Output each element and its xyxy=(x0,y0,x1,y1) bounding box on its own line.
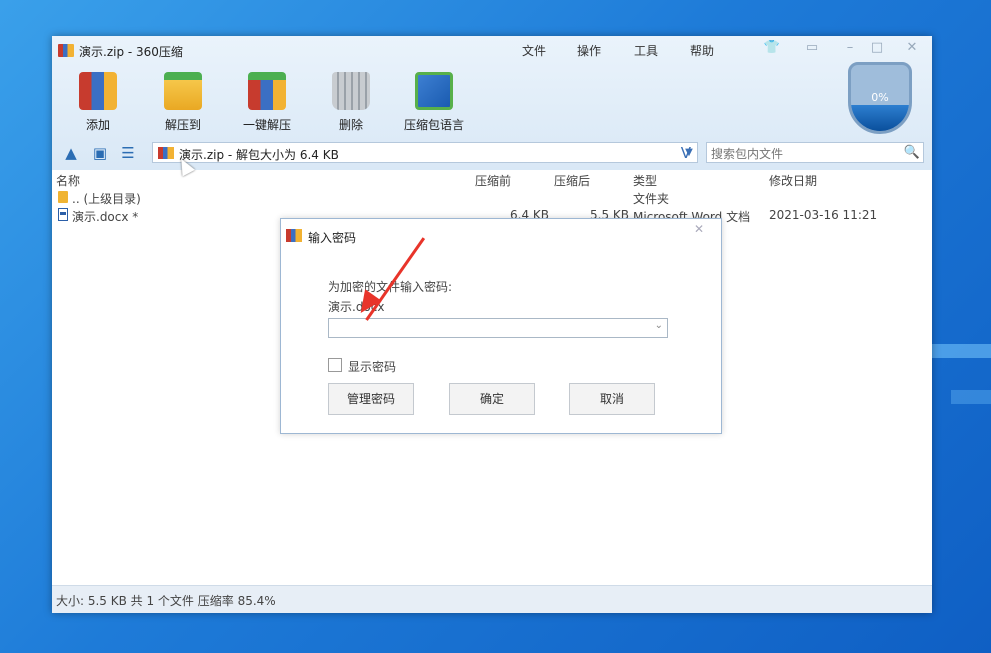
minimize-icon[interactable]: – xyxy=(841,40,859,56)
add-label: 添加 xyxy=(85,118,110,132)
close-icon[interactable]: ✕ xyxy=(903,40,921,56)
row-modified: 2021-03-16 11:21 xyxy=(769,208,878,222)
dialog-title: 输入密码 xyxy=(308,231,357,245)
add-archive-icon xyxy=(79,72,117,110)
list-view-icon[interactable]: ☰ xyxy=(119,145,137,161)
password-dialog: 输入密码 ✕ 为加密的文件输入密码: 演示.docx ⌄ 显示密码 管理密码 确… xyxy=(280,218,722,434)
cancel-button[interactable]: 取消 xyxy=(569,383,655,415)
chevron-down-icon[interactable]: ⌄ xyxy=(655,320,663,331)
app-logo-icon xyxy=(286,229,302,242)
word-document-icon xyxy=(58,208,68,221)
column-unpacked[interactable]: 压缩后 xyxy=(554,172,590,189)
thumbnail-view-icon[interactable]: ▣ xyxy=(91,145,109,161)
one-click-extract-icon xyxy=(248,72,286,110)
security-shield[interactable]: 0% xyxy=(848,62,912,134)
show-password-checkbox[interactable] xyxy=(328,358,342,372)
shield-fill xyxy=(851,104,909,131)
column-modified[interactable]: 修改日期 xyxy=(769,172,817,189)
extract-to-icon xyxy=(164,72,202,110)
ok-button[interactable]: 确定 xyxy=(449,383,535,415)
delete-label: 删除 xyxy=(338,118,363,132)
password-input[interactable] xyxy=(331,320,653,338)
archive-language-icon xyxy=(415,72,453,110)
address-dropdown-icon[interactable]: ▼ xyxy=(680,145,698,161)
extract-to-label: 解压到 xyxy=(164,118,201,132)
show-password-label[interactable]: 显示密码 xyxy=(348,358,396,375)
one-click-extract-button[interactable]: 一键解压 xyxy=(232,72,302,133)
one-click-extract-label: 一键解压 xyxy=(242,118,291,132)
title-bar: 演示.zip - 360压缩 文件 操作 工具 帮助 👕 ▭ – □ ✕ xyxy=(52,36,932,64)
folder-icon xyxy=(58,191,68,203)
archive-language-button[interactable]: 压缩包语言 xyxy=(399,72,469,133)
menu-help[interactable]: 帮助 xyxy=(690,42,714,59)
menu-operation[interactable]: 操作 xyxy=(577,42,601,59)
delete-button[interactable]: 删除 xyxy=(316,72,386,133)
app-logo-icon xyxy=(58,44,74,57)
archive-language-label: 压缩包语言 xyxy=(403,118,464,132)
skin-icon[interactable]: 👕 xyxy=(763,40,781,56)
trash-icon xyxy=(332,72,370,110)
address-text: 演示.zip - 解包大小为 6.4 KB xyxy=(179,148,339,162)
window-title: 演示.zip - 360压缩 xyxy=(79,45,183,59)
search-box: 🔍 xyxy=(706,142,924,163)
row-name: 演示.docx * xyxy=(72,210,139,224)
manage-password-button[interactable]: 管理密码 xyxy=(328,383,414,415)
column-name[interactable]: 名称 xyxy=(56,172,80,189)
password-combo: ⌄ xyxy=(328,318,668,338)
status-bar: 大小: 5.5 KB 共 1 个文件 压缩率 85.4% xyxy=(52,585,932,613)
maximize-icon[interactable]: □ xyxy=(868,40,886,56)
dialog-close-icon[interactable]: ✕ xyxy=(691,222,707,236)
menu-tools[interactable]: 工具 xyxy=(634,42,658,59)
status-text: 大小: 5.5 KB 共 1 个文件 压缩率 85.4% xyxy=(56,594,276,608)
up-arrow-icon[interactable]: ▲ xyxy=(62,145,80,161)
feedback-icon[interactable]: ▭ xyxy=(803,40,821,56)
extract-to-button[interactable]: 解压到 xyxy=(148,72,218,133)
column-packed[interactable]: 压缩前 xyxy=(475,172,511,189)
row-type: 文件夹 xyxy=(633,192,670,206)
address-bar[interactable]: 演示.zip - 解包大小为 6.4 KB V xyxy=(152,142,698,163)
column-type[interactable]: 类型 xyxy=(633,172,657,189)
window-header: 演示.zip - 360压缩 文件 操作 工具 帮助 👕 ▭ – □ ✕ 0% … xyxy=(52,36,932,170)
menu-file[interactable]: 文件 xyxy=(522,42,546,59)
add-button[interactable]: 添加 xyxy=(63,72,133,133)
search-input[interactable] xyxy=(709,144,903,163)
desktop-light-streak xyxy=(951,390,991,404)
zip-file-icon xyxy=(158,147,174,159)
search-icon[interactable]: 🔍 xyxy=(904,145,920,160)
row-name: .. (上级目录) xyxy=(72,192,141,206)
shield-percent: 0% xyxy=(871,91,889,104)
